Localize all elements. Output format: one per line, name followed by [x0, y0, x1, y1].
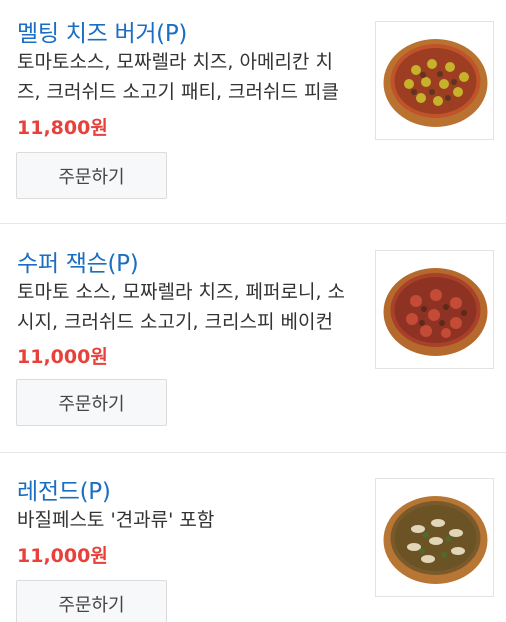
order-button[interactable]: 주문하기	[16, 379, 167, 426]
menu-item-title[interactable]: 멜팅 치즈 버거(P)	[17, 14, 187, 48]
order-button[interactable]: 주문하기	[16, 152, 167, 199]
menu-item: 수퍼 잭슨(P) 토마토 소스, 모짜렐라 치즈, 페퍼로니, 소시지, 크러쉬…	[0, 224, 506, 453]
menu-item-price: 11,000원	[17, 545, 108, 567]
pizza-burger-image[interactable]	[375, 21, 494, 140]
menu-item: 레전드(P) 바질페스토 '견과류' 포함 11,000원 주문하기	[0, 453, 506, 622]
order-button[interactable]: 주문하기	[16, 580, 167, 622]
menu-item-title[interactable]: 레전드(P)	[17, 472, 111, 506]
menu-item-title[interactable]: 수퍼 잭슨(P)	[17, 244, 139, 278]
menu-item-price: 11,000원	[17, 346, 108, 368]
menu-item-price: 11,800원	[17, 117, 108, 139]
pizza-pesto-image[interactable]	[375, 478, 494, 597]
menu-item: 멜팅 치즈 버거(P) 토마토소스, 모짜렐라 치즈, 아메리칸 치즈, 크러쉬…	[0, 0, 506, 224]
menu-list: 멜팅 치즈 버거(P) 토마토소스, 모짜렐라 치즈, 아메리칸 치즈, 크러쉬…	[0, 0, 506, 622]
pizza-meat-image[interactable]	[375, 250, 494, 369]
menu-item-description: 토마토 소스, 모짜렐라 치즈, 페퍼로니, 소시지, 크러쉬드 소고기, 크리…	[17, 281, 345, 333]
menu-item-description: 바질페스토 '견과류' 포함	[17, 509, 215, 531]
menu-item-description: 토마토소스, 모짜렐라 치즈, 아메리칸 치즈, 크러쉬드 소고기 패티, 크러…	[17, 51, 339, 103]
